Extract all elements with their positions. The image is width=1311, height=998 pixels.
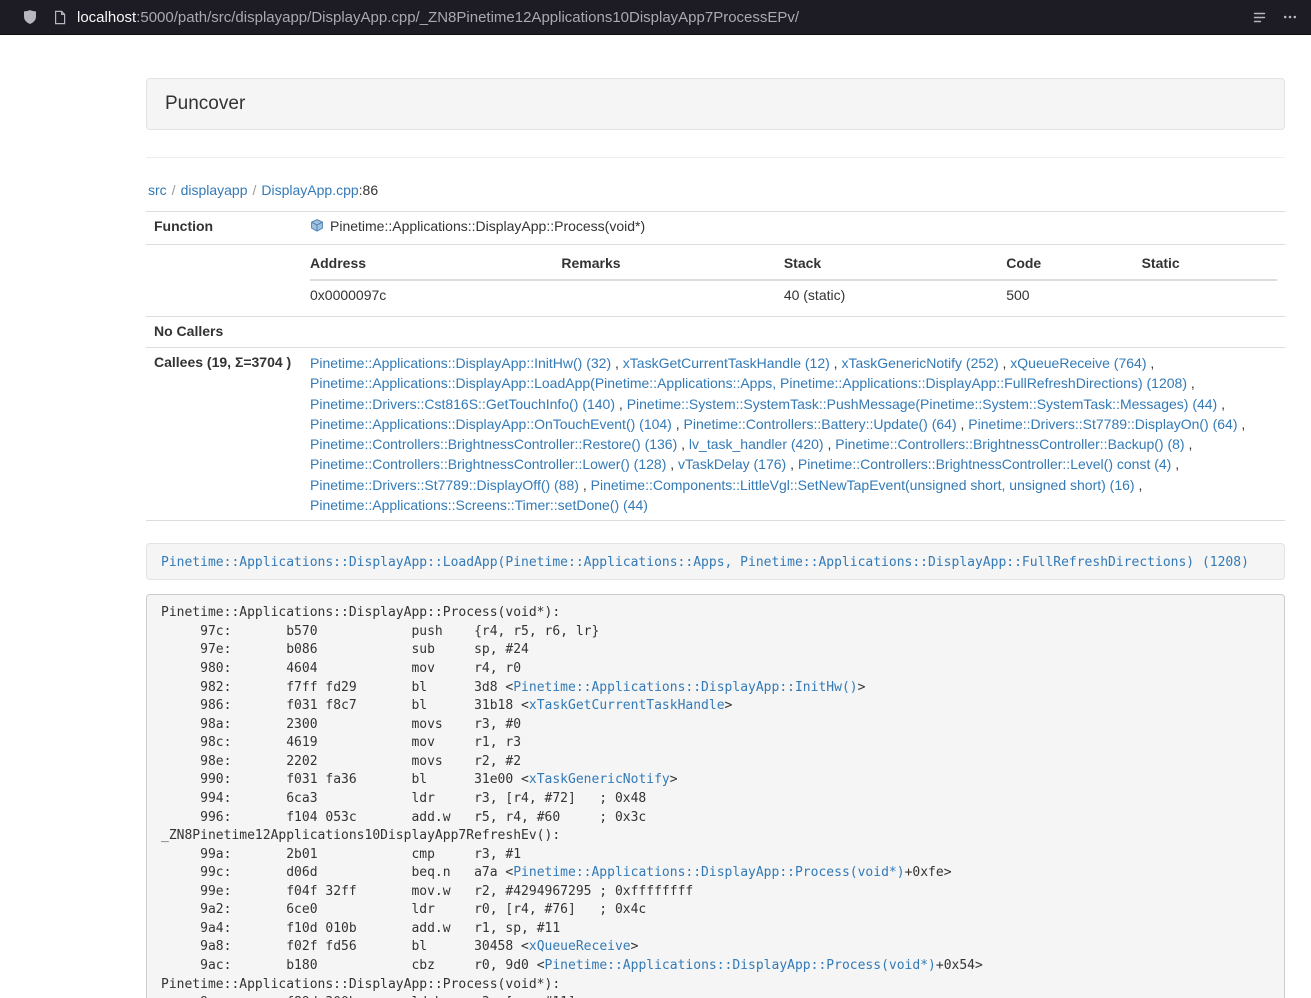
callee-link[interactable]: lv_task_handler (420) xyxy=(689,436,824,452)
callee-link[interactable]: Pinetime::Applications::DisplayApp::OnTo… xyxy=(310,416,672,432)
code-symbol-link[interactable]: Pinetime::Applications::DisplayApp::Init… xyxy=(513,680,857,695)
column-header-stack: Stack xyxy=(784,250,1006,280)
code-symbol-link[interactable]: Pinetime::Applications::DisplayApp::Proc… xyxy=(513,865,904,880)
breadcrumb-link-displayapp[interactable]: displayapp xyxy=(181,182,248,198)
no-callers-label: No Callers xyxy=(146,316,302,347)
callee-link[interactable]: Pinetime::Controllers::BrightnessControl… xyxy=(798,456,1171,472)
breadcrumb-line-number: :86 xyxy=(359,182,378,198)
page-content: Puncover src/displayapp/DisplayApp.cpp:8… xyxy=(146,78,1285,998)
function-detail-table: Function Pinetime::Applications::Display… xyxy=(146,211,1285,521)
function-name: Pinetime::Applications::DisplayApp::Proc… xyxy=(330,218,645,234)
code-symbol-link[interactable]: xQueueReceive xyxy=(529,939,631,954)
cube-icon xyxy=(310,218,324,239)
reader-view-icon[interactable] xyxy=(1252,10,1267,25)
column-header-remarks: Remarks xyxy=(561,250,783,280)
callee-link[interactable]: Pinetime::Applications::Screens::Timer::… xyxy=(310,497,648,513)
code-symbol-link[interactable]: Pinetime::Applications::DisplayApp::Proc… xyxy=(545,958,936,973)
callee-link[interactable]: Pinetime::Drivers::St7789::DisplayOff() … xyxy=(310,477,579,493)
breadcrumb-separator: / xyxy=(253,182,257,198)
callee-link[interactable]: xTaskGetCurrentTaskHandle (12) xyxy=(623,355,830,371)
breadcrumb-separator: / xyxy=(172,182,176,198)
code-symbol-link[interactable]: xTaskGenericNotify xyxy=(529,772,670,787)
remarks-value xyxy=(561,280,783,311)
no-callers-row: No Callers xyxy=(146,316,1285,347)
breadcrumb: src/displayapp/DisplayApp.cpp:86 xyxy=(148,182,1285,198)
callee-link[interactable]: Pinetime::Controllers::Battery::Update()… xyxy=(684,416,957,432)
browser-chrome: localhost:5000/path/src/displayapp/Displ… xyxy=(0,0,1311,35)
app-header: Puncover xyxy=(146,78,1285,130)
callee-link[interactable]: Pinetime::Controllers::BrightnessControl… xyxy=(310,436,677,452)
page-title: Puncover xyxy=(165,93,245,114)
callee-link[interactable]: Pinetime::Applications::DisplayApp::Load… xyxy=(310,375,1187,391)
column-header-address: Address xyxy=(310,250,561,280)
disassembly: Pinetime::Applications::DisplayApp::Proc… xyxy=(146,594,1285,998)
tracking-protection-shield-icon[interactable] xyxy=(22,9,38,25)
callees-row: Callees (19, Σ=3704 ) Pinetime::Applicat… xyxy=(146,347,1285,520)
callee-link[interactable]: xTaskGenericNotify (252) xyxy=(841,355,998,371)
callee-link[interactable]: xQueueReceive (764) xyxy=(1010,355,1146,371)
column-header-static: Static xyxy=(1142,250,1277,280)
breadcrumb-link-file[interactable]: DisplayApp.cpp xyxy=(261,182,358,198)
callee-link[interactable]: Pinetime::Controllers::BrightnessControl… xyxy=(310,456,666,472)
code-size-value: 500 xyxy=(1006,280,1141,311)
callee-link[interactable]: Pinetime::Components::LittleVgl::SetNewT… xyxy=(591,477,1135,493)
breadcrumb-link-src[interactable]: src xyxy=(148,182,167,198)
page-info-icon[interactable] xyxy=(53,10,67,25)
callee-link[interactable]: Pinetime::Applications::DisplayApp::Init… xyxy=(310,355,611,371)
function-row-label: Function xyxy=(146,212,302,245)
url-host: localhost xyxy=(77,9,136,26)
function-name-cell: Pinetime::Applications::DisplayApp::Proc… xyxy=(302,212,1285,245)
code-symbol-link[interactable]: xTaskGetCurrentTaskHandle xyxy=(529,698,725,713)
metrics-row: Address Remarks Stack Code Static 0x0000… xyxy=(146,244,1285,316)
page-actions-menu-icon[interactable] xyxy=(1283,10,1297,24)
divider xyxy=(146,157,1285,158)
address-value: 0x0000097c xyxy=(310,280,561,311)
callee-link[interactable]: Pinetime::Controllers::BrightnessControl… xyxy=(835,436,1184,452)
function-row: Function Pinetime::Applications::Display… xyxy=(146,212,1285,245)
column-header-code: Code xyxy=(1006,250,1141,280)
highlighted-symbol-link[interactable]: Pinetime::Applications::DisplayApp::Load… xyxy=(161,555,1249,570)
callees-cell: Pinetime::Applications::DisplayApp::Init… xyxy=(302,347,1285,520)
stack-value: 40 (static) xyxy=(784,280,1006,311)
metrics-table: Address Remarks Stack Code Static 0x0000… xyxy=(310,250,1277,311)
url-path: :5000/path/src/displayapp/DisplayApp.cpp… xyxy=(136,9,799,26)
callee-link[interactable]: Pinetime::Drivers::Cst816S::GetTouchInfo… xyxy=(310,396,615,412)
metrics-values-row: 0x0000097c 40 (static) 500 xyxy=(310,280,1277,311)
callees-label: Callees (19, Σ=3704 ) xyxy=(146,347,302,520)
callee-link[interactable]: Pinetime::System::SystemTask::PushMessag… xyxy=(627,396,1218,412)
static-value xyxy=(1142,280,1277,311)
callee-link[interactable]: vTaskDelay (176) xyxy=(678,456,786,472)
highlighted-symbol-well: Pinetime::Applications::DisplayApp::Load… xyxy=(146,543,1285,580)
url-bar[interactable]: localhost:5000/path/src/displayapp/Displ… xyxy=(77,9,1252,26)
callee-link[interactable]: Pinetime::Drivers::St7789::DisplayOn() (… xyxy=(968,416,1237,432)
